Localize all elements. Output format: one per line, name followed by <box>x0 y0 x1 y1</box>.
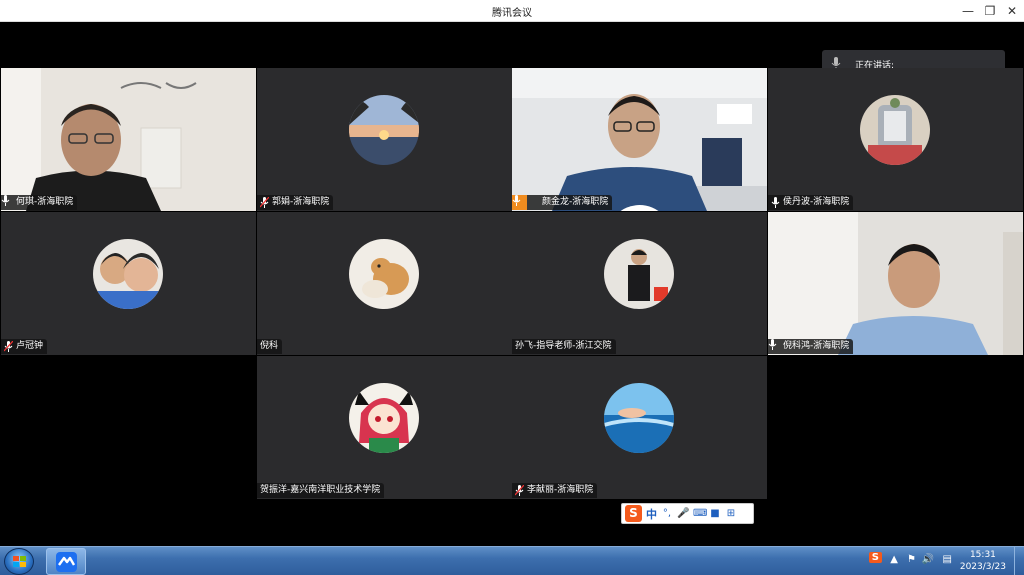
restore-button[interactable]: ❐ <box>979 2 1001 20</box>
network-icon[interactable]: ▤ <box>943 554 952 565</box>
meeting-stage: 正在讲话: 何琪-浙海职院 郭娟-浙海职院 颜金龙-浙海职院 侯丹波-浙海职院 … <box>0 22 1024 546</box>
window-title: 腾讯会议 <box>492 8 532 19</box>
avatar <box>349 239 419 309</box>
ime-toolbar[interactable]: S 中 °, 🎤 ⌨ ■ ⊞ <box>621 503 754 524</box>
mic-muted-icon <box>4 341 13 352</box>
mic-icon <box>1 195 13 208</box>
participant-name-label: 何琪-浙海职院 <box>1 195 78 210</box>
participant-name-label: 倪科 <box>257 339 283 354</box>
participant-video <box>768 212 1023 355</box>
participant-name-label: 孙飞-指导老师-浙江交院 <box>512 339 616 354</box>
avatar <box>604 239 674 309</box>
action-center-icon[interactable]: ⚑ <box>907 554 916 565</box>
sogou-tray-icon[interactable]: S <box>868 552 882 563</box>
volume-icon[interactable]: 🔊 <box>922 554 934 565</box>
participant-name-label: 贺振洋-嘉兴南洋职业技术学院 <box>257 483 385 498</box>
participant-tile[interactable]: 贺振洋-嘉兴南洋职业技术学院 <box>257 356 512 499</box>
taskbar-app-tencent-meeting[interactable] <box>46 548 86 575</box>
participant-tile[interactable]: 颜金龙-浙海职院 <box>512 68 767 211</box>
participant-name-label: 倪科鸿-浙海职院 <box>768 339 854 354</box>
participant-video <box>1 68 256 211</box>
close-button[interactable]: ✕ <box>1001 2 1023 20</box>
skin-icon[interactable]: ■ <box>709 508 721 519</box>
minimize-button[interactable]: — <box>957 2 979 20</box>
participant-video <box>512 68 767 211</box>
keyboard-icon[interactable]: ⌨ <box>693 508 707 519</box>
participant-tile[interactable]: 李献丽-浙海职院 <box>512 356 767 499</box>
participant-name-label: 卢冠钟 <box>1 339 48 354</box>
toolbox-icon[interactable]: ⊞ <box>725 508 737 519</box>
participant-tile[interactable]: 郭娟-浙海职院 <box>257 68 512 211</box>
participant-name-label: 颜金龙-浙海职院 <box>512 195 659 211</box>
voice-icon[interactable]: 🎤 <box>677 508 689 519</box>
participant-tile[interactable]: 倪科鸿-浙海职院 <box>768 212 1023 355</box>
mic-muted-icon <box>515 485 524 496</box>
participant-tile[interactable]: 孙飞-指导老师-浙江交院 <box>512 212 767 355</box>
participant-tile[interactable]: 侯丹波-浙海职院 <box>768 68 1023 211</box>
window-titlebar: 腾讯会议 — ❐ ✕ <box>0 0 1024 22</box>
avatar <box>349 95 419 165</box>
mic-icon <box>768 339 780 352</box>
show-hidden-icons-icon[interactable]: ▲ <box>890 554 898 565</box>
clock[interactable]: 15:31 2023/3/23 <box>960 549 1006 573</box>
sogou-logo-icon[interactable]: S <box>625 505 642 522</box>
avatar <box>860 95 930 165</box>
participant-name-label: 郭娟-浙海职院 <box>257 195 334 210</box>
participant-tile[interactable]: 何琪-浙海职院 <box>1 68 256 211</box>
start-button[interactable] <box>4 548 34 575</box>
punctuation-icon[interactable]: °, <box>661 508 673 519</box>
mic-icon <box>771 197 780 208</box>
participant-tile[interactable]: 卢冠钟 <box>1 212 256 355</box>
show-desktop-button[interactable] <box>1014 547 1024 575</box>
avatar <box>604 383 674 453</box>
participant-name-label: 侯丹波-浙海职院 <box>768 195 854 210</box>
windows-logo-icon <box>13 556 26 567</box>
ime-mode-toggle[interactable]: 中 <box>646 506 657 522</box>
clock-date: 2023/3/23 <box>959 562 1006 572</box>
tencent-meeting-icon <box>56 552 77 572</box>
clock-time: 15:31 <box>969 550 996 560</box>
avatar <box>349 383 419 453</box>
mic-muted-icon <box>260 197 269 208</box>
participant-name-label: 李献丽-浙海职院 <box>512 483 598 498</box>
participant-tile[interactable]: 倪科 <box>257 212 512 355</box>
avatar <box>93 239 163 309</box>
taskbar: S ▲ ⚑ 🔊 ▤ 15:31 2023/3/23 <box>0 546 1024 575</box>
